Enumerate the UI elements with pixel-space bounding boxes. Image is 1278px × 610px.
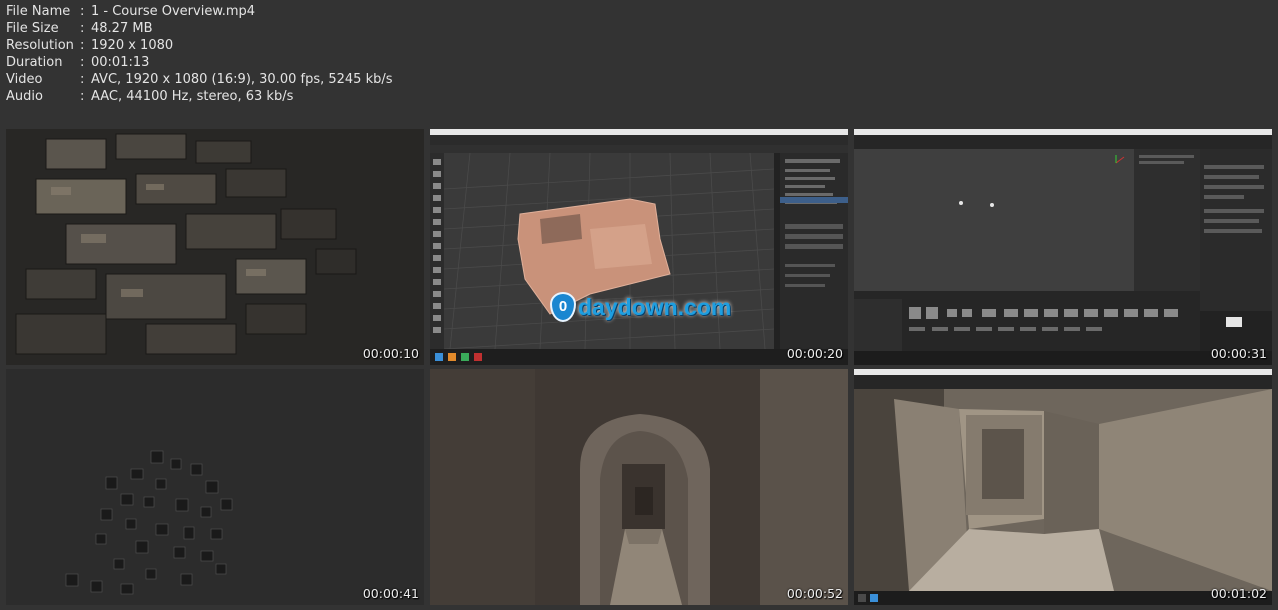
audio-row: Audio : AAC, 44100 Hz, stereo, 63 kb/s — [6, 88, 393, 105]
timestamp-5: 00:00:52 — [786, 586, 843, 601]
file-info: File Name : 1 - Course Overview.mp4 File… — [6, 3, 393, 105]
thumbnail-4[interactable]: 00:00:41 — [6, 369, 424, 605]
separator: : — [80, 89, 85, 104]
thumbnail-6[interactable]: 00:01:02 — [854, 369, 1272, 605]
thumbnail-3[interactable]: 00:00:31 — [854, 129, 1272, 365]
duration-value: 00:01:13 — [91, 55, 150, 70]
watermark-text: daydown.com — [578, 294, 732, 320]
timestamp-6: 00:01:02 — [1210, 586, 1267, 601]
thumbnail-1-scene — [6, 129, 424, 365]
file-name-value: 1 - Course Overview.mp4 — [91, 4, 256, 19]
file-name-label: File Name — [6, 4, 71, 19]
separator: : — [80, 72, 85, 87]
file-size-row: File Size : 48.27 MB — [6, 20, 393, 37]
separator: : — [80, 4, 85, 19]
timestamp-3: 00:00:31 — [1210, 346, 1267, 361]
thumbnail-5[interactable]: 00:00:52 — [430, 369, 848, 605]
file-size-label: File Size — [6, 21, 59, 36]
resolution-value: 1920 x 1080 — [91, 38, 174, 53]
timestamp-2: 00:00:20 — [786, 346, 843, 361]
file-size-value: 48.27 MB — [91, 21, 153, 36]
separator: : — [80, 55, 85, 70]
thumbnail-4-scene — [6, 369, 424, 605]
thumbnail-3-scene — [854, 129, 1272, 365]
resolution-row: Resolution : 1920 x 1080 — [6, 37, 393, 54]
video-label: Video — [6, 72, 43, 87]
timestamp-4: 00:00:41 — [362, 586, 419, 601]
audio-value: AAC, 44100 Hz, stereo, 63 kb/s — [91, 89, 294, 104]
duration-row: Duration : 00:01:13 — [6, 54, 393, 71]
separator: : — [80, 21, 85, 36]
file-name-row: File Name : 1 - Course Overview.mp4 — [6, 3, 393, 20]
thumbnail-5-scene — [430, 369, 848, 605]
duration-label: Duration — [6, 55, 63, 70]
audio-label: Audio — [6, 89, 43, 104]
thumbnail-2-scene — [430, 129, 848, 365]
timestamp-1: 00:00:10 — [362, 346, 419, 361]
separator: : — [80, 38, 85, 53]
video-value: AVC, 1920 x 1080 (16:9), 30.00 fps, 5245… — [91, 72, 393, 87]
resolution-label: Resolution — [6, 38, 74, 53]
thumbnail-6-scene — [854, 369, 1272, 605]
thumbnail-1[interactable]: 00:00:10 — [6, 129, 424, 365]
thumbnail-2[interactable]: 0 daydown.com 00:00:20 — [430, 129, 848, 365]
video-row: Video : AVC, 1920 x 1080 (16:9), 30.00 f… — [6, 71, 393, 88]
